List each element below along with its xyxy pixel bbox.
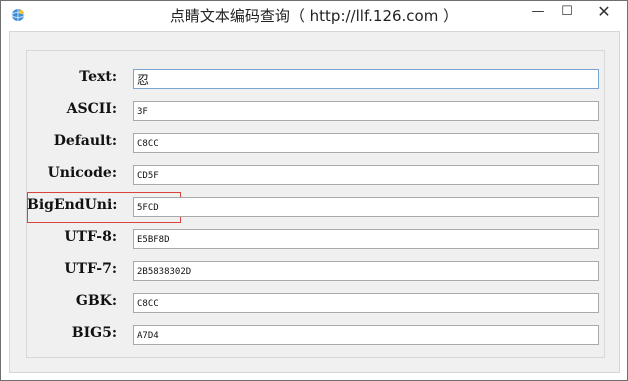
- bigenduni-label: BigEndUni:: [27, 197, 118, 213]
- text-input[interactable]: 忍: [133, 69, 599, 89]
- client-area: Text: 忍 ASCII: 3F Default: C8CC Unicode:…: [9, 31, 620, 373]
- title-bar[interactable]: 点睛文本编码查询（ http://llf.126.com ） — ☐ ✕: [1, 1, 627, 31]
- utf7-label: UTF-7:: [64, 261, 117, 277]
- ascii-field[interactable]: 3F: [133, 101, 599, 121]
- default-field[interactable]: C8CC: [133, 133, 599, 153]
- utf8-field[interactable]: E5BF8D: [133, 229, 599, 249]
- unicode-field[interactable]: CD5F: [133, 165, 599, 185]
- default-label: Default:: [53, 133, 117, 149]
- gbk-field[interactable]: C8CC: [133, 293, 599, 313]
- app-window: 点睛文本编码查询（ http://llf.126.com ） — ☐ ✕ Tex…: [0, 0, 628, 381]
- text-label: Text:: [79, 69, 117, 85]
- big5-label: BIG5:: [71, 325, 117, 341]
- encoding-panel: Text: 忍 ASCII: 3F Default: C8CC Unicode:…: [26, 50, 605, 358]
- maximize-button[interactable]: ☐: [550, 1, 584, 23]
- utf8-label: UTF-8:: [64, 229, 117, 245]
- ascii-label: ASCII:: [66, 101, 117, 117]
- bigenduni-field[interactable]: 5FCD: [133, 197, 599, 217]
- utf7-field[interactable]: 2B5838302D: [133, 261, 599, 281]
- big5-field[interactable]: A7D4: [133, 325, 599, 345]
- close-button[interactable]: ✕: [582, 1, 626, 23]
- gbk-label: GBK:: [75, 293, 117, 309]
- unicode-label: Unicode:: [47, 165, 117, 181]
